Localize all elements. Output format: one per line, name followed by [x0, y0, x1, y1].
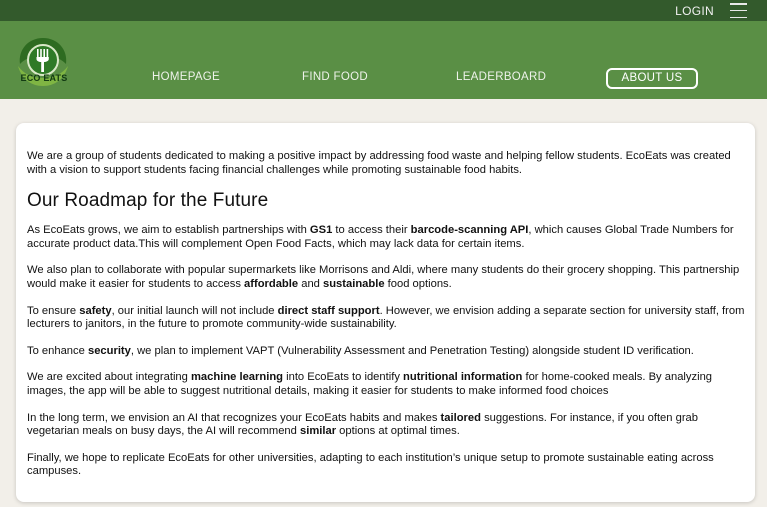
- nav-homepage[interactable]: HOMEPAGE: [152, 71, 220, 83]
- nav-leaderboard[interactable]: LEADERBOARD: [456, 71, 546, 83]
- nav-find-food[interactable]: FIND FOOD: [302, 71, 368, 83]
- logo-text: ECO EATS: [20, 73, 68, 83]
- roadmap-paragraph-security: To enhance security, we plan to implemen…: [27, 344, 694, 357]
- roadmap-paragraph-ai: In the long term, we envision an AI that…: [27, 411, 699, 438]
- roadmap-heading: Our Roadmap for the Future: [27, 190, 269, 212]
- main-navbar: ECO EATS HOMEPAGE FIND FOOD LEADERBOARD …: [0, 21, 767, 99]
- about-card: We are a group of students dedicated to …: [16, 123, 755, 502]
- roadmap-paragraph-ml: We are excited about integrating machine…: [27, 371, 713, 397]
- ecoeats-logo[interactable]: [14, 30, 72, 94]
- roadmap-paragraph-safety: To ensure safety, our initial launch wil…: [27, 304, 745, 331]
- intro-paragraph: We are a group of students dedicated to …: [27, 150, 731, 176]
- login-link[interactable]: LOGIN: [675, 4, 714, 18]
- nav-about-us[interactable]: ABOUT US: [606, 68, 698, 89]
- menu-icon[interactable]: [730, 3, 747, 18]
- top-bar: LOGIN: [0, 0, 767, 21]
- roadmap-paragraph-universities: Finally, we hope to replicate EcoEats fo…: [27, 451, 714, 478]
- roadmap-paragraph-supermarkets: We also plan to collaborate with popular…: [27, 264, 740, 290]
- roadmap-paragraph-gs1: As EcoEats grows, we aim to establish pa…: [27, 224, 734, 250]
